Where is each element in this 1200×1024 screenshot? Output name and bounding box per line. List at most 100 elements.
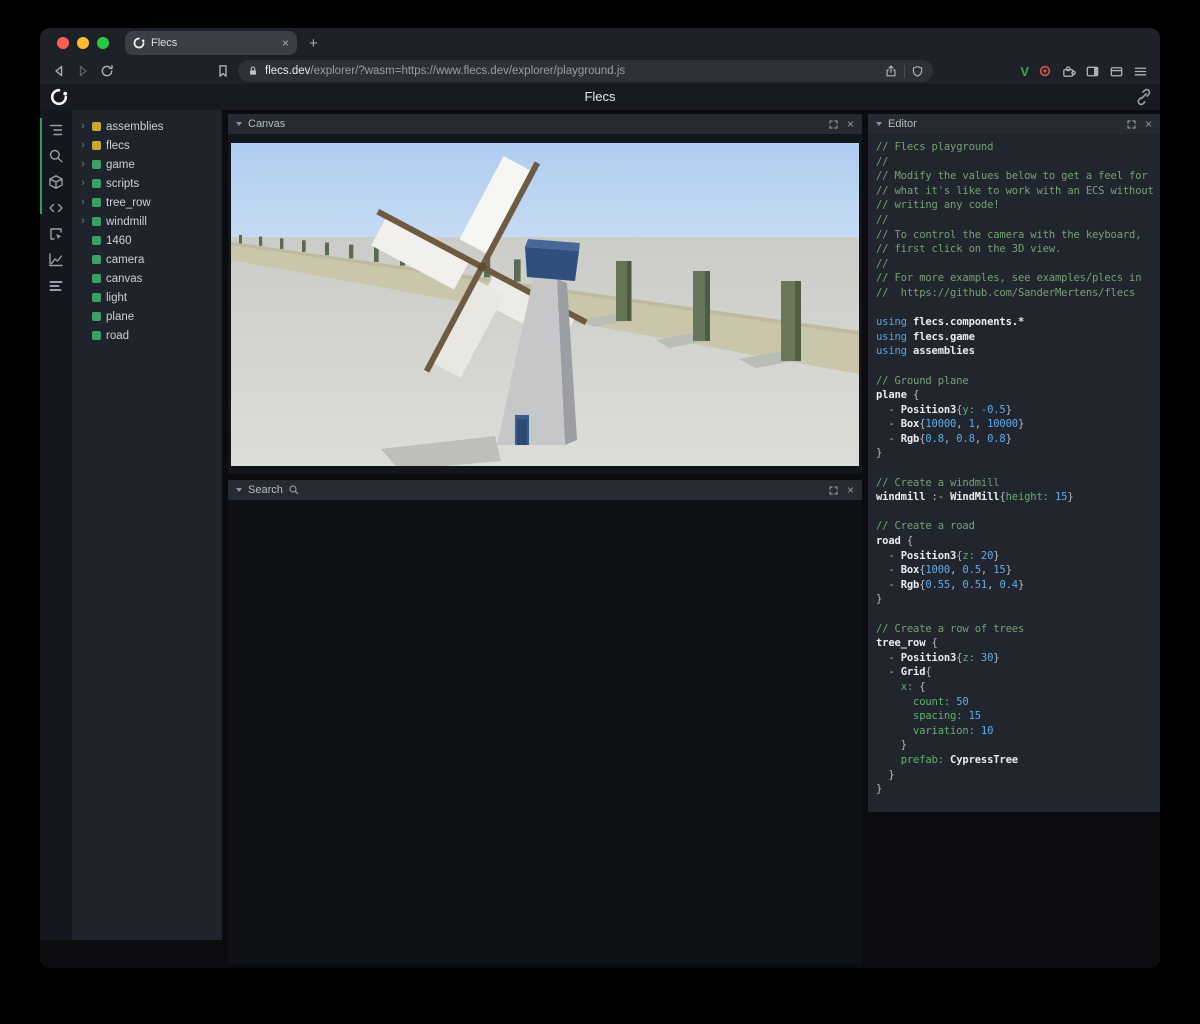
entity-color-swatch (92, 217, 101, 226)
expand-panel-icon[interactable] (829, 485, 838, 495)
tab-title: Flecs (151, 37, 178, 49)
menu-button[interactable] (1133, 64, 1148, 79)
traffic-light-close[interactable] (57, 37, 69, 49)
tree-item[interactable]: › scripts (72, 174, 222, 193)
permalink-button[interactable] (1134, 87, 1152, 107)
expand-panel-icon[interactable] (1127, 119, 1136, 129)
expand-chevron-icon[interactable]: › (79, 136, 87, 155)
browser-tab[interactable]: Flecs × (125, 31, 297, 55)
expand-chevron-icon[interactable]: › (79, 155, 87, 174)
tree-item-label: road (106, 329, 130, 342)
collapse-caret-icon[interactable] (236, 122, 242, 126)
tree-item-label: light (106, 291, 128, 304)
extension-v-button[interactable]: V (1020, 64, 1029, 79)
url-text: flecs.dev/explorer/?wasm=https://www.fle… (265, 65, 878, 77)
tab-bar: Flecs × + (40, 28, 1160, 58)
share-icon[interactable] (884, 64, 898, 78)
url-domain: flecs.dev (265, 65, 311, 77)
new-tab-button[interactable]: + (309, 35, 318, 52)
tree-item[interactable]: canvas (72, 269, 222, 288)
entity-color-swatch (92, 331, 101, 340)
browser-window: Flecs × + flecs.dev/explorer/?wasm=https… (40, 28, 1160, 968)
tab-close-icon[interactable]: × (282, 37, 289, 49)
tree-item-label: tree_row (106, 196, 151, 209)
code-scripts-icon[interactable] (48, 200, 64, 216)
tree-item[interactable]: light (72, 288, 222, 307)
inspect-icon[interactable] (48, 226, 64, 242)
tree-item[interactable]: › flecs (72, 136, 222, 155)
tree-item[interactable]: › assemblies (72, 117, 222, 136)
tree-item-label: 1460 (106, 234, 132, 247)
entity-color-swatch (92, 236, 101, 245)
editor-panel-header: Editor × (868, 114, 1160, 134)
traffic-light-zoom[interactable] (97, 37, 109, 49)
canvas-panel: Canvas × (228, 114, 862, 474)
expand-chevron-icon[interactable]: › (79, 174, 87, 193)
wallet-button[interactable] (1109, 64, 1124, 79)
flecs-favicon-icon (133, 37, 145, 49)
expand-chevron-icon[interactable]: › (79, 117, 87, 136)
expand-chevron-icon[interactable]: › (79, 193, 87, 212)
extension-toolbar: V (1020, 64, 1150, 79)
editor-panel: Editor × // Flecs playground//// Modify … (868, 114, 1160, 812)
tree-item[interactable]: plane (72, 307, 222, 326)
tool-sidebar (40, 110, 72, 940)
sidebar-toggle-button[interactable] (1085, 64, 1100, 79)
forward-button[interactable] (74, 62, 92, 80)
canvas-viewport[interactable] (228, 134, 862, 474)
traffic-lights (57, 37, 109, 49)
expand-chevron-icon[interactable]: › (79, 212, 87, 231)
entity-color-swatch (92, 198, 101, 207)
tree-item[interactable]: › windmill (72, 212, 222, 231)
expand-panel-icon[interactable] (829, 119, 838, 129)
back-button[interactable] (50, 62, 68, 80)
cube-3d-icon[interactable] (48, 174, 64, 190)
reload-button[interactable] (98, 62, 116, 80)
collapse-caret-icon[interactable] (876, 122, 882, 126)
extensions-puzzle-button[interactable] (1061, 64, 1076, 79)
entity-color-swatch (92, 312, 101, 321)
entity-tree-icon[interactable] (48, 122, 64, 138)
app-content: › assemblies › flecs › game › scripts › … (40, 110, 1160, 968)
commands-list-icon[interactable] (48, 278, 64, 294)
bookmark-button[interactable] (214, 62, 232, 80)
close-panel-icon[interactable]: × (847, 118, 854, 130)
extension-red-button[interactable] (1038, 64, 1052, 78)
entity-color-swatch (92, 293, 101, 302)
entity-color-swatch (92, 179, 101, 188)
app-header: Flecs (40, 84, 1160, 110)
url-field[interactable]: flecs.dev/explorer/?wasm=https://www.fle… (238, 60, 933, 82)
close-panel-icon[interactable]: × (1145, 118, 1152, 130)
tree-item-label: game (106, 158, 135, 171)
sidebar-accent-bar (40, 118, 42, 214)
search-tool-icon[interactable] (48, 148, 64, 164)
tree-item-label: flecs (106, 139, 130, 152)
tree-item-label: scripts (106, 177, 140, 190)
tree-item[interactable]: camera (72, 250, 222, 269)
close-panel-icon[interactable]: × (847, 484, 854, 496)
canvas-panel-title: Canvas (248, 118, 286, 130)
traffic-light-minimize[interactable] (77, 37, 89, 49)
tree-item[interactable]: › game (72, 155, 222, 174)
editor-panel-title: Editor (888, 118, 917, 130)
tree-item[interactable]: › tree_row (72, 193, 222, 212)
entity-color-swatch (92, 160, 101, 169)
entity-color-swatch (92, 255, 101, 264)
search-icon (289, 485, 299, 495)
tree-item-label: plane (106, 310, 135, 323)
shield-icon[interactable] (911, 65, 924, 78)
entity-color-swatch (92, 122, 101, 131)
tree-item[interactable]: road (72, 326, 222, 345)
3d-scene (231, 143, 859, 466)
url-path: /explorer/?wasm=https://www.flecs.dev/ex… (310, 65, 626, 77)
lock-icon (247, 65, 259, 77)
collapse-caret-icon[interactable] (236, 488, 242, 492)
field-divider (904, 64, 905, 78)
tree-item[interactable]: 1460 (72, 231, 222, 250)
page-title: Flecs (584, 89, 616, 104)
entity-color-swatch (92, 274, 101, 283)
tree-item-label: assemblies (106, 120, 164, 133)
editor-code[interactable]: // Flecs playground//// Modify the value… (868, 134, 1160, 812)
search-panel: Search × (228, 480, 862, 964)
stats-chart-icon[interactable] (48, 252, 64, 268)
